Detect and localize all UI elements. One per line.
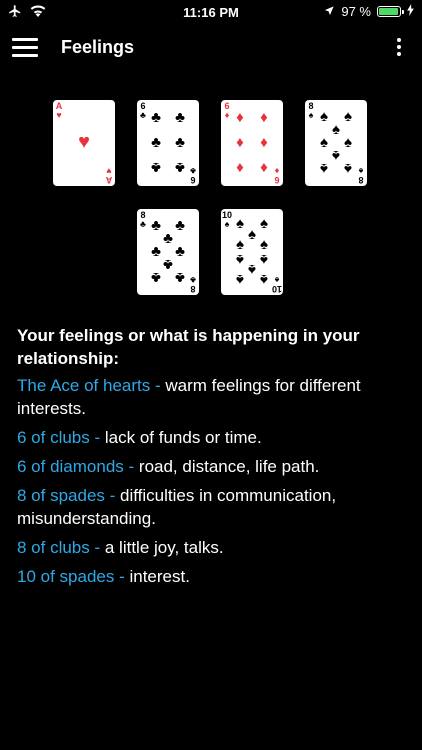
reading-content: Your feelings or what is happening in yo…	[17, 324, 408, 594]
reading-card-name[interactable]: 6 of diamonds -	[17, 457, 139, 476]
spade-pip: ♠	[344, 160, 352, 177]
card-corner: 8 ♣	[190, 275, 196, 294]
club-pip: ♣	[175, 159, 185, 176]
location-icon	[324, 4, 335, 19]
card-6-of-diamonds[interactable]: 6 ♦ ♦ ♦ ♦ ♦ ♦ ♦ 6 ♦	[221, 100, 283, 186]
diamond-pip: ♦	[260, 134, 268, 151]
reading-heading: Your feelings or what is happening in yo…	[17, 326, 360, 368]
nav-bar: Feelings	[0, 24, 422, 70]
card-ace-of-hearts[interactable]: A ♥ ♥ A ♥	[53, 100, 115, 186]
diamond-pip: ♦	[260, 159, 268, 176]
reading-meaning: lack of funds or time.	[104, 428, 262, 447]
reading-item: 6 of diamonds - road, distance, life pat…	[17, 455, 408, 478]
club-pip: ♣	[151, 159, 161, 176]
club-pip: ♣	[175, 269, 185, 286]
diamond-pip: ♦	[236, 159, 244, 176]
reading-meaning: interest.	[129, 567, 190, 586]
card-8-of-clubs[interactable]: 8 ♣ ♣ ♣ ♣ ♣ ♣ ♣ ♣ ♣ 8 ♣	[137, 209, 199, 295]
card-corner: A ♥	[55, 101, 63, 120]
spade-pip: ♠	[260, 236, 268, 253]
spade-pip: ♠	[236, 236, 244, 253]
card-10-of-spades[interactable]: 10 ♠ ♠ ♠ ♠ ♠ ♠ ♠ ♠ ♠ ♠ ♠ 10 ♠	[221, 209, 283, 295]
reading-card-name[interactable]: 8 of spades -	[17, 486, 120, 505]
hamburger-menu-icon[interactable]	[12, 38, 38, 58]
club-pip: ♣	[175, 109, 185, 126]
status-bar: 11:16 PM 97 %	[0, 0, 422, 24]
diamond-pip: ♦	[260, 109, 268, 126]
spade-pip: ♠	[260, 271, 268, 288]
reading-item: 10 of spades - interest.	[17, 565, 408, 588]
reading-card-name[interactable]: The Ace of hearts -	[17, 376, 165, 395]
reading-meaning: road, distance, life path.	[138, 457, 320, 476]
card-8-of-spades[interactable]: 8 ♠ ♠ ♠ ♠ ♠ ♠ ♠ ♠ ♠ 8 ♠	[305, 100, 367, 186]
vertical-more-icon[interactable]	[396, 38, 402, 60]
reading-card-name[interactable]: 8 of clubs -	[17, 538, 105, 557]
spade-pip: ♠	[236, 271, 244, 288]
card-6-of-clubs[interactable]: 6 ♣ ♣ ♣ ♣ ♣ ♣ ♣ 6 ♣	[137, 100, 199, 186]
charging-icon	[407, 4, 414, 19]
heart-pip: ♥	[78, 131, 90, 153]
reading-card-name[interactable]: 6 of clubs -	[17, 428, 105, 447]
diamond-pip: ♦	[236, 134, 244, 151]
spade-pip: ♠	[320, 160, 328, 177]
battery-fill	[379, 8, 399, 15]
reading-item: 8 of clubs - a little joy, talks.	[17, 536, 408, 559]
club-pip: ♣	[175, 134, 185, 151]
card-corner: 6 ♦	[274, 166, 280, 185]
club-pip: ♣	[151, 109, 161, 126]
card-corner: 10 ♠	[222, 210, 233, 229]
card-corner: 8 ♠	[358, 166, 364, 185]
card-corner: 6 ♣	[140, 101, 146, 120]
card-corner: 8 ♠	[308, 101, 314, 120]
status-right: 97 %	[324, 4, 414, 19]
card-corner: 6 ♣	[190, 166, 196, 185]
reading-item: The Ace of hearts - warm feelings for di…	[17, 374, 408, 420]
card-corner: 6 ♦	[224, 101, 230, 120]
card-corner: 10 ♠	[271, 275, 282, 294]
reading-card-name[interactable]: 10 of spades -	[17, 567, 129, 586]
battery-percent: 97 %	[341, 4, 371, 19]
page-title: Feelings	[61, 37, 135, 57]
battery-icon	[377, 6, 404, 17]
club-pip: ♣	[151, 269, 161, 286]
club-pip: ♣	[151, 134, 161, 151]
reading-meaning: a little joy, talks.	[104, 538, 224, 557]
reading-item: 6 of clubs - lack of funds or time.	[17, 426, 408, 449]
card-corner: 8 ♣	[140, 210, 146, 229]
reading-item: 8 of spades - difficulties in communicat…	[17, 484, 408, 530]
diamond-pip: ♦	[236, 109, 244, 126]
card-corner: A ♥	[105, 166, 113, 185]
